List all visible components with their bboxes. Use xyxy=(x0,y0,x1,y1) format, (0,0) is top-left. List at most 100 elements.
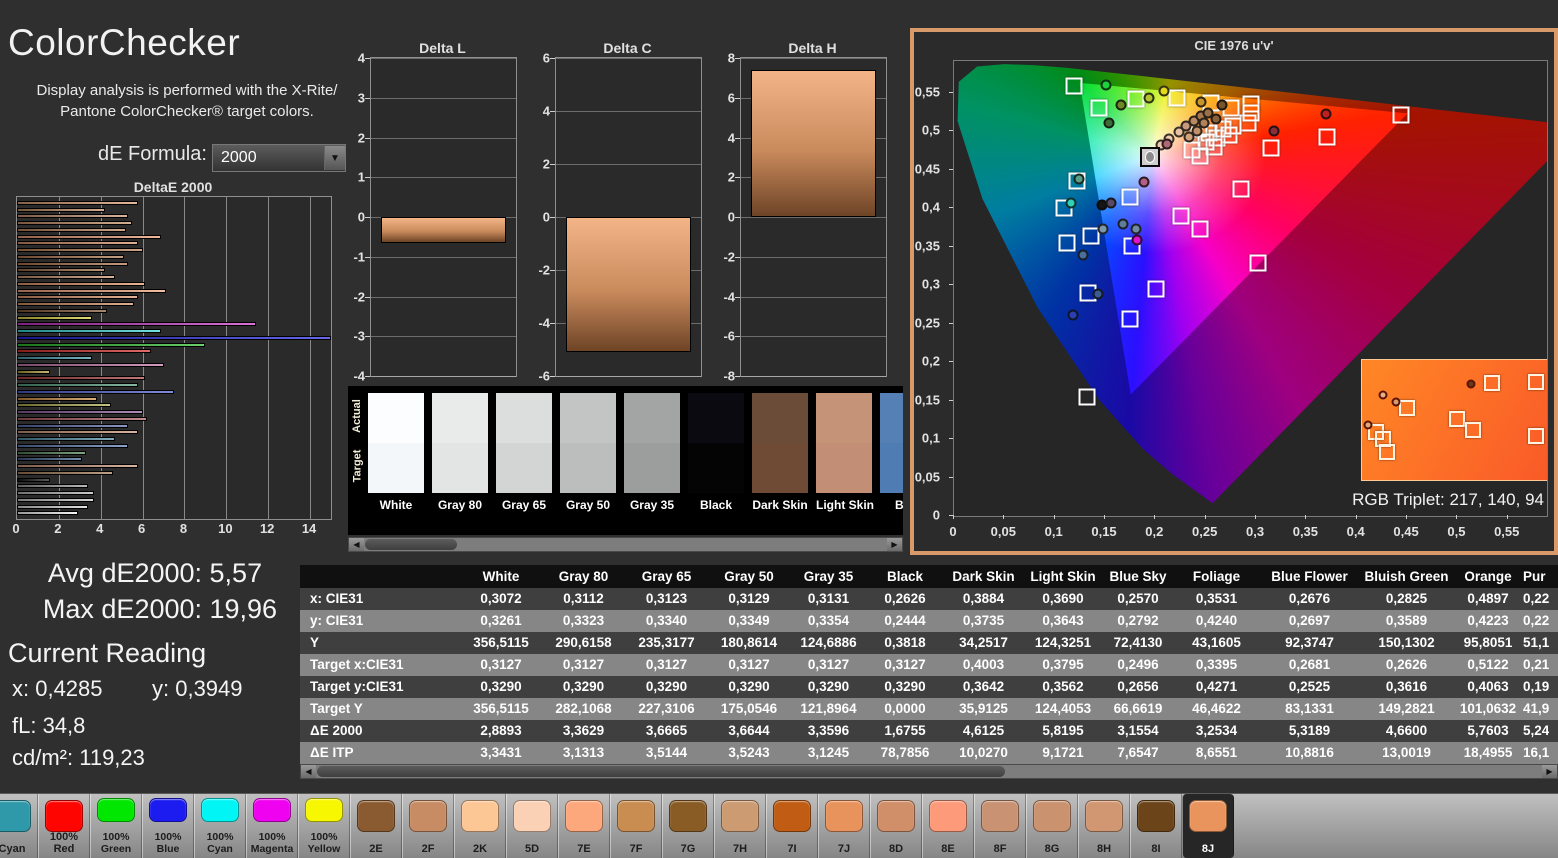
pattern-button-100-cyan[interactable]: 100% Cyan xyxy=(194,794,246,858)
pattern-button-5d[interactable]: 5D xyxy=(506,794,558,858)
scroll-thumb[interactable] xyxy=(317,766,1005,777)
axis-tick-label: 0,1 xyxy=(921,430,940,446)
tick-mark xyxy=(365,177,370,179)
deltae-bar xyxy=(17,389,174,394)
deltae-bar xyxy=(17,356,93,360)
gridline xyxy=(371,336,516,338)
tick-mark xyxy=(949,476,953,478)
pattern-button-7f[interactable]: 7F xyxy=(610,794,662,858)
pattern-button-7i[interactable]: 7I xyxy=(766,794,818,858)
scroll-right-arrow[interactable]: ▶ xyxy=(887,538,902,551)
table-cell: 0,21 xyxy=(1523,657,1550,672)
tick-mark xyxy=(949,399,953,401)
horizontal-scrollbar[interactable]: ◀ ▶ xyxy=(300,764,1558,779)
table-col-header: Black xyxy=(886,569,924,584)
pattern-button-8d[interactable]: 8D xyxy=(870,794,922,858)
table-cell: 0,3690 xyxy=(1042,591,1084,606)
scroll-right-arrow[interactable]: ▶ xyxy=(1542,765,1557,778)
deltae-bar xyxy=(17,288,166,293)
pattern-button-8f[interactable]: 8F xyxy=(974,794,1026,858)
tick-mark xyxy=(1104,515,1106,519)
table-row: Target Y 356,5115 282,1068 227,3106 175,0546… xyxy=(300,698,1558,720)
pattern-color-chip xyxy=(721,800,759,832)
patch-actual-swatch xyxy=(816,393,872,443)
pattern-button-2f[interactable]: 2F xyxy=(402,794,454,858)
pattern-button-100-magenta[interactable]: 100% Magenta xyxy=(246,794,298,858)
pattern-button-100-green[interactable]: 100% Green xyxy=(90,794,142,858)
horizontal-scrollbar[interactable]: ◀ ▶ xyxy=(348,537,903,552)
pattern-button-100-yellow[interactable]: 100% Yellow xyxy=(298,794,350,858)
delta-chart: 4 3 2 1 0 -1 -2 -3 -4 xyxy=(353,51,517,384)
pattern-button-cyan[interactable]: Cyan xyxy=(0,794,38,858)
scroll-left-arrow[interactable]: ◀ xyxy=(301,765,316,778)
pattern-color-chip xyxy=(461,800,499,832)
tick-mark xyxy=(365,336,370,338)
pattern-color-chip xyxy=(773,800,811,832)
pattern-button-label: 100% Magenta xyxy=(250,831,294,855)
pattern-button-100-blue[interactable]: 100% Blue xyxy=(142,794,194,858)
deltae-bar xyxy=(17,241,139,246)
table-row-header: Y xyxy=(310,635,320,650)
axis-tick-label: 0,4 xyxy=(1346,524,1365,539)
pattern-button-8i[interactable]: 8I xyxy=(1130,794,1182,858)
tick-mark xyxy=(1154,515,1156,519)
tick-mark xyxy=(949,245,953,247)
pattern-button-8g[interactable]: 8G xyxy=(1026,794,1078,858)
axis-tick-label: 0,05 xyxy=(990,524,1016,539)
pattern-button-7j[interactable]: 7J xyxy=(818,794,870,858)
cie-target-square xyxy=(1121,188,1139,206)
axis-tick-label: -1 xyxy=(353,249,365,265)
pattern-color-chip xyxy=(357,800,395,832)
pattern-button-7g[interactable]: 7G xyxy=(662,794,714,858)
scroll-thumb[interactable] xyxy=(365,539,457,550)
patch-label: White xyxy=(379,498,413,512)
tick-mark xyxy=(1456,515,1458,519)
table-row: x: CIE31 0,3072 0,3112 0,3123 0,3129 0,3131 0,… xyxy=(300,588,1558,610)
table-cell: 0,4240 xyxy=(1195,613,1238,628)
tick-mark xyxy=(550,376,555,377)
table-col-header: Blue Sky xyxy=(1109,569,1167,584)
pattern-button-7h[interactable]: 7H xyxy=(714,794,766,858)
cie-measure-dot xyxy=(1195,96,1207,108)
cie-measure-dot xyxy=(1183,131,1195,143)
deltae-bar xyxy=(17,200,139,205)
pattern-button-100-red[interactable]: 100% Red xyxy=(38,794,90,858)
table-cell: 0,3127 xyxy=(728,657,770,672)
tick-mark xyxy=(1506,515,1508,519)
tick-mark xyxy=(735,376,740,377)
pattern-button-7e[interactable]: 7E xyxy=(558,794,610,858)
chevron-down-icon[interactable]: ▼ xyxy=(324,146,345,170)
table-cell: 0,3127 xyxy=(807,657,850,672)
deltae-bar xyxy=(17,403,112,408)
table-cell: 7,6547 xyxy=(1117,745,1159,760)
cie-measure-dot xyxy=(1073,173,1085,185)
patch-label: Gray 35 xyxy=(629,498,675,512)
de-formula-value: 2000 xyxy=(221,149,257,166)
patch-gray-50: Gray 50 xyxy=(560,393,616,512)
deltae-bar xyxy=(17,457,82,462)
pattern-button-8h[interactable]: 8H xyxy=(1078,794,1130,858)
axis-tick-label: -4 xyxy=(353,368,365,384)
table-cell: 124,6886 xyxy=(800,635,857,650)
table-cell: 0,3290 xyxy=(562,679,605,694)
axis-tick-label: 4 xyxy=(542,103,550,119)
table-cell: 72,4130 xyxy=(1113,635,1163,650)
deltae-bar xyxy=(17,362,164,367)
tick-mark xyxy=(365,256,370,258)
cie-measure-dot xyxy=(1143,92,1155,104)
table-cell: 0,3072 xyxy=(480,591,522,606)
de-formula-dropdown[interactable]: 2000 ▼ xyxy=(212,144,346,172)
patch-gray-65: Gray 65 xyxy=(496,393,552,512)
reading-fl: fL: 34,8 xyxy=(12,713,86,738)
scroll-left-arrow[interactable]: ◀ xyxy=(349,538,364,551)
pattern-button-8e[interactable]: 8E xyxy=(922,794,974,858)
table-col-header: Gray 65 xyxy=(641,569,692,584)
pattern-button-8j[interactable]: 8J xyxy=(1182,794,1234,858)
table-cell: 1,6755 xyxy=(884,723,926,738)
table-cell: 0,0000 xyxy=(884,701,926,716)
pattern-button-2e[interactable]: 2E xyxy=(350,794,402,858)
pattern-color-chip xyxy=(1033,800,1071,832)
pattern-button-2k[interactable]: 2K xyxy=(454,794,506,858)
patch-dark-skin: Dark Skin xyxy=(752,393,808,512)
table-cell: 3,1313 xyxy=(562,745,605,760)
